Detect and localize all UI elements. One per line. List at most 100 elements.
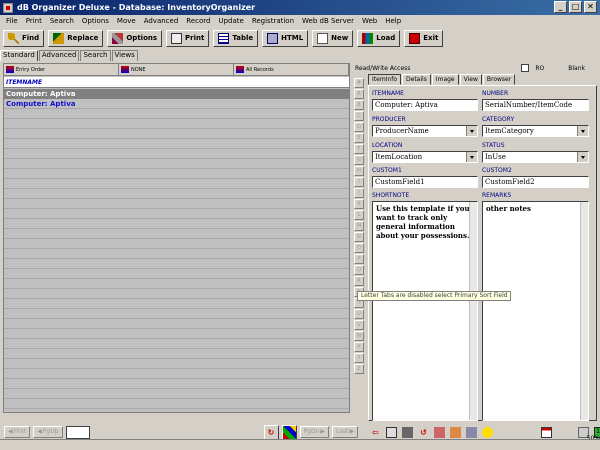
print-record-button[interactable] <box>384 425 399 440</box>
letter-tab[interactable]: E <box>354 133 364 143</box>
menu-web-db-server[interactable]: Web dB Server <box>298 17 358 25</box>
letter-tab[interactable]: Y <box>354 353 364 363</box>
maximize-button[interactable]: □ <box>569 1 582 13</box>
shortnote-textarea[interactable]: Use this template if you want to track o… <box>372 201 478 421</box>
status-dropdown[interactable]: InUse <box>482 151 589 163</box>
letter-tab[interactable]: # <box>354 78 364 88</box>
letter-tab[interactable]: R <box>354 276 364 286</box>
save-button[interactable] <box>464 425 479 440</box>
arrow-left-icon: ⇦ <box>372 427 379 437</box>
grid-view-button[interactable] <box>281 424 297 440</box>
tab-search[interactable]: Search <box>80 50 111 61</box>
location-dropdown[interactable]: ItemLocation <box>372 151 478 163</box>
letter-tab[interactable]: C <box>354 111 364 121</box>
letter-tab[interactable]: H <box>354 166 364 176</box>
letter-tab[interactable]: D <box>354 122 364 132</box>
letter-tab[interactable]: V <box>354 320 364 330</box>
letter-tab[interactable]: K <box>354 199 364 209</box>
tab-views[interactable]: Views <box>111 50 138 61</box>
scrollbar[interactable] <box>469 202 477 420</box>
letter-tab[interactable]: Z <box>354 364 364 374</box>
letter-tab[interactable]: G <box>354 155 364 165</box>
number-field[interactable]: SerialNumber/ItemCode <box>482 99 589 111</box>
scrollbar[interactable] <box>580 202 588 420</box>
tab-standard[interactable]: Standard <box>0 50 38 61</box>
sort-none[interactable]: NONE <box>119 64 234 75</box>
menu-options[interactable]: Options <box>78 17 113 25</box>
close-button[interactable]: ✕ <box>584 1 597 13</box>
replace-button[interactable]: Replace <box>48 29 104 47</box>
table-button[interactable]: Table <box>213 29 259 47</box>
letter-tab[interactable]: Q <box>354 265 364 275</box>
filter-all-records[interactable]: All Records <box>234 64 349 75</box>
record-number-input[interactable] <box>65 425 90 439</box>
menu-print[interactable]: Print <box>22 17 46 25</box>
record-list: Computer: Aptiva Computer: Aptiva <box>4 89 349 412</box>
category-dropdown[interactable]: ItemCategory <box>482 125 589 137</box>
first-button[interactable]: ◀ First <box>4 426 31 438</box>
letter-tab[interactable]: W <box>354 331 364 341</box>
detail-tabs: ItemInfo Details Image View Browser <box>368 74 597 85</box>
producer-dropdown[interactable]: ProducerName <box>372 125 478 137</box>
options-button[interactable]: Options <box>107 29 163 47</box>
letter-tab[interactable]: B <box>354 100 364 110</box>
letter-tab[interactable]: J <box>354 188 364 198</box>
tab-details[interactable]: Details <box>402 74 431 85</box>
undo-button[interactable]: ↺ <box>416 425 431 440</box>
tab-view[interactable]: View <box>459 74 482 85</box>
menu-search[interactable]: Search <box>46 17 78 25</box>
letter-tab[interactable]: M <box>354 221 364 231</box>
list-item[interactable]: Computer: Aptiva <box>4 89 349 99</box>
print-button[interactable]: Print <box>166 29 210 47</box>
refresh-button[interactable]: ↻ <box>263 424 279 440</box>
menu-advanced[interactable]: Advanced <box>140 17 183 25</box>
find-button[interactable]: Find <box>3 29 45 47</box>
back-button[interactable]: ⇦ <box>368 425 383 440</box>
copy-button[interactable] <box>432 425 447 440</box>
html-button[interactable]: HTML <box>262 29 309 47</box>
letter-tab[interactable]: P <box>354 254 364 264</box>
letter-tab[interactable]: O <box>354 243 364 253</box>
pgdn-button[interactable]: PgDn ▶ <box>299 426 330 438</box>
menu-file[interactable]: File <box>2 17 22 25</box>
tab-advanced[interactable]: Advanced <box>38 50 80 61</box>
tab-image[interactable]: Image <box>431 74 459 85</box>
letter-tab[interactable]: A <box>354 89 364 99</box>
letter-tab[interactable]: I <box>354 177 364 187</box>
ro-checkbox[interactable] <box>521 64 530 72</box>
letter-tab[interactable]: X <box>354 342 364 352</box>
exit-button[interactable]: Exit <box>404 29 444 47</box>
toolbar: Find Replace Options Print Table HTML Ne… <box>0 28 600 48</box>
remarks-textarea[interactable]: other notes <box>482 201 589 421</box>
delete-button[interactable] <box>400 425 415 440</box>
tab-browser[interactable]: Browser <box>482 74 516 85</box>
letter-tab[interactable]: F <box>354 144 364 154</box>
letter-tab[interactable]: L <box>354 210 364 220</box>
menu-registration[interactable]: Registration <box>248 17 298 25</box>
menu-move[interactable]: Move <box>113 17 140 25</box>
list-item[interactable]: Computer: Aptiva <box>4 99 349 109</box>
tip-button[interactable] <box>480 425 495 440</box>
custom2-field[interactable]: CustomField2 <box>482 176 589 188</box>
menu-help[interactable]: Help <box>381 17 405 25</box>
last-button[interactable]: Last ▶ <box>332 426 359 438</box>
menu-update[interactable]: Update <box>214 17 247 25</box>
export-button[interactable] <box>448 425 463 440</box>
record-count: 1 <box>596 428 600 435</box>
tools-icon <box>112 32 124 44</box>
letter-tab[interactable]: U <box>354 309 364 319</box>
access-mode: Read/Write Access <box>355 64 411 72</box>
menu-web[interactable]: Web <box>358 17 381 25</box>
sort-entry-order[interactable]: Entry Order <box>4 64 119 75</box>
menu-record[interactable]: Record <box>182 17 214 25</box>
column-header-itemname[interactable]: ITEMNAME <box>4 77 349 88</box>
tab-iteminfo[interactable]: ItemInfo <box>368 74 402 85</box>
new-button[interactable]: New <box>312 29 354 47</box>
load-button[interactable]: Load <box>357 29 401 47</box>
custom1-field[interactable]: CustomField1 <box>372 176 478 188</box>
pgup-button[interactable]: ◀ PgUp <box>33 426 63 438</box>
calendar-button[interactable] <box>539 425 554 440</box>
minimize-button[interactable]: _ <box>554 1 567 13</box>
letter-tab[interactable]: N <box>354 232 364 242</box>
itemname-field[interactable]: Computer: Aptiva <box>372 99 478 111</box>
